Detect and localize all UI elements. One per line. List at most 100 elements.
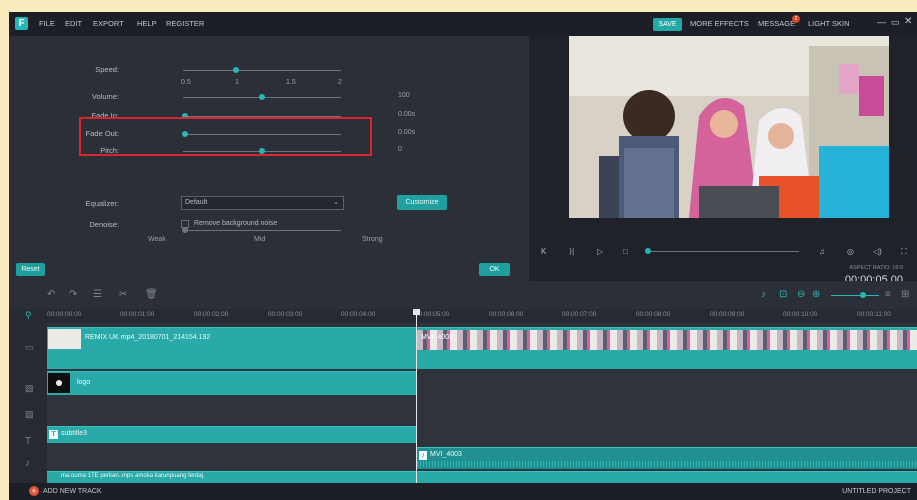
time-ruler[interactable]: 00:00:00:00 00:00:01:00 00:00:02:00 00:0… bbox=[47, 309, 917, 323]
logo-thumbnail bbox=[48, 373, 70, 393]
speed-tick: 1.5 bbox=[286, 79, 296, 86]
play-icon[interactable]: ▷ bbox=[597, 247, 603, 256]
volume-icon[interactable]: ◁) bbox=[873, 247, 882, 256]
video-clip-label: MVI_4003 bbox=[421, 334, 453, 341]
bottom-bar: + ADD NEW TRACK UNTITLED PROJECT bbox=[9, 483, 917, 500]
step-back-icon[interactable]: ⟩| bbox=[569, 247, 574, 256]
cut-icon[interactable]: ✂ bbox=[119, 289, 127, 300]
video-clip-label: REMIX UK mp4_20180701_214154.192 bbox=[85, 334, 211, 341]
reset-button[interactable]: Reset bbox=[16, 263, 45, 276]
ruler-tick: 00:00:05:00 bbox=[415, 311, 450, 318]
text-track-icon: T bbox=[25, 436, 32, 447]
settings-icon[interactable]: ☰ bbox=[93, 289, 102, 300]
menu-edit[interactable]: EDIT bbox=[65, 19, 82, 28]
subtitle-clip[interactable]: T subtitle3 bbox=[47, 426, 417, 443]
ruler-tick: 00:00:03:00 bbox=[268, 311, 303, 318]
equalizer-value: Default bbox=[185, 199, 208, 206]
logo-clip-label: logo bbox=[77, 379, 91, 386]
ruler-tick: 00:00:00:00 bbox=[47, 311, 82, 318]
denoise-slider[interactable] bbox=[183, 230, 341, 231]
menu-file[interactable]: FILE bbox=[39, 19, 55, 28]
menu-help[interactable]: HELP bbox=[137, 19, 157, 28]
volume-knob[interactable] bbox=[259, 94, 265, 100]
audio-mixer-icon[interactable]: ♪ bbox=[761, 289, 766, 300]
message-link[interactable]: MESSAGE bbox=[758, 19, 795, 28]
link-icon[interactable]: ⚲ bbox=[25, 310, 32, 321]
audio-track-icon: ♪ bbox=[25, 458, 30, 469]
video-track-icon: ▭ bbox=[25, 342, 34, 352]
message-badge: 2 bbox=[792, 15, 800, 23]
playback-controls: K ⟩| ▷ □ ♫ ◎ ◁) ⛶ bbox=[529, 241, 917, 263]
ruler-tick: 00:00:11:00 bbox=[857, 311, 891, 318]
fit-icon[interactable]: ⊡ bbox=[779, 289, 787, 300]
speed-tick: 2 bbox=[338, 79, 342, 86]
ruler-tick: 00:00:09:00 bbox=[710, 311, 745, 318]
ruler-tick: 00:00:01:00 bbox=[120, 311, 155, 318]
playhead-handle[interactable] bbox=[413, 309, 420, 315]
menu-export[interactable]: EXPORT bbox=[93, 19, 124, 28]
audio-clip-label: MVI_4003 bbox=[430, 451, 462, 458]
redo-icon[interactable]: ↷ bbox=[69, 289, 77, 300]
add-track-icon[interactable]: + bbox=[29, 486, 39, 496]
grid-view-icon[interactable]: ⊞ bbox=[901, 289, 909, 300]
add-track-button[interactable]: ADD NEW TRACK bbox=[43, 488, 102, 495]
music-note-icon: ♪ bbox=[419, 451, 427, 460]
ok-button[interactable]: OK bbox=[479, 263, 510, 276]
logo-clip[interactable]: logo bbox=[47, 371, 417, 395]
audio-editor-panel: Speed: 0.5 1 1.5 2 Volume: 100 Fade In: … bbox=[9, 36, 529, 281]
light-skin-link[interactable]: LIGHT SKIN bbox=[808, 19, 850, 28]
music-clip-label: ma.ouma 1TE perkan..mps amoka karunpuang… bbox=[61, 473, 204, 479]
track-headers: ▭ ▨ ▨ T ♪ bbox=[9, 323, 47, 483]
denoise-mid: Mid bbox=[254, 236, 266, 243]
pitch-label: Pitch: bbox=[100, 146, 119, 155]
zoom-knob[interactable] bbox=[860, 292, 866, 298]
playhead[interactable] bbox=[416, 309, 417, 483]
video-clip[interactable]: MVI_4003 bbox=[417, 327, 917, 369]
equalizer-select[interactable]: Default ⌄ bbox=[181, 196, 344, 210]
more-effects-link[interactable]: MORE EFFECTS bbox=[690, 19, 749, 28]
audio-clip[interactable]: ♪ MVI_4003 bbox=[417, 447, 917, 469]
title-bar: F FILE EDIT EXPORT HELP REGISTER SAVE MO… bbox=[9, 12, 917, 36]
save-button[interactable]: SAVE bbox=[653, 18, 682, 31]
video-clip[interactable]: REMIX UK mp4_20180701_214154.192 bbox=[47, 327, 417, 369]
list-view-icon[interactable]: ≡ bbox=[885, 289, 891, 300]
stop-icon[interactable]: □ bbox=[623, 247, 628, 256]
ruler-tick: 00:00:06:00 bbox=[489, 311, 524, 318]
delete-icon[interactable]: 🗑 bbox=[145, 289, 158, 300]
denoise-knob[interactable] bbox=[182, 227, 188, 233]
speed-tick: 1 bbox=[235, 79, 239, 86]
pitch-knob[interactable] bbox=[259, 148, 265, 154]
zoom-slider[interactable] bbox=[831, 295, 879, 296]
microphone-icon[interactable]: ♫ bbox=[819, 247, 825, 256]
speed-slider[interactable] bbox=[183, 70, 341, 71]
ruler-tick: 00:00:07:00 bbox=[562, 311, 597, 318]
clip-thumbnail bbox=[48, 329, 81, 349]
app-window: F FILE EDIT EXPORT HELP REGISTER SAVE MO… bbox=[9, 12, 917, 500]
skip-start-icon[interactable]: K bbox=[541, 247, 546, 256]
pitch-value: 0 bbox=[398, 146, 402, 153]
timeline-toolbar: ↶ ↷ ☰ ✂ 🗑 ♪ ⊡ ⊖ ⊕ ≡ ⊞ bbox=[9, 281, 917, 309]
audio-waveform bbox=[417, 461, 917, 467]
music-clip[interactable]: ma.ouma 1TE perkan..mps amoka karunpuang… bbox=[47, 471, 917, 483]
speed-knob[interactable] bbox=[233, 67, 239, 73]
menu-register[interactable]: REGISTER bbox=[166, 19, 204, 28]
clip-filmstrip bbox=[417, 330, 917, 350]
close-icon[interactable]: ✕ bbox=[904, 16, 912, 27]
video-frame bbox=[569, 36, 889, 218]
overlay-track-icon: ▨ bbox=[25, 409, 34, 419]
minimize-icon[interactable]: — bbox=[877, 17, 886, 27]
remove-noise-label: Remove background noise bbox=[194, 220, 278, 227]
fullscreen-icon[interactable]: ⛶ bbox=[901, 247, 907, 257]
zoom-in-icon[interactable]: ⊕ bbox=[812, 289, 820, 300]
customize-button[interactable]: Customize bbox=[397, 195, 447, 210]
zoom-out-icon[interactable]: ⊖ bbox=[797, 289, 805, 300]
progress-knob[interactable] bbox=[645, 248, 651, 254]
fade-in-value: 0.00s bbox=[398, 111, 416, 118]
maximize-icon[interactable]: ▭ bbox=[891, 17, 900, 28]
camera-icon[interactable]: ◎ bbox=[847, 247, 854, 256]
undo-icon[interactable]: ↶ bbox=[47, 289, 55, 300]
progress-track[interactable] bbox=[649, 251, 799, 252]
denoise-label: Denoise: bbox=[89, 220, 119, 229]
overlay-track-icon: ▨ bbox=[25, 383, 34, 393]
app-logo-icon: F bbox=[15, 17, 28, 30]
